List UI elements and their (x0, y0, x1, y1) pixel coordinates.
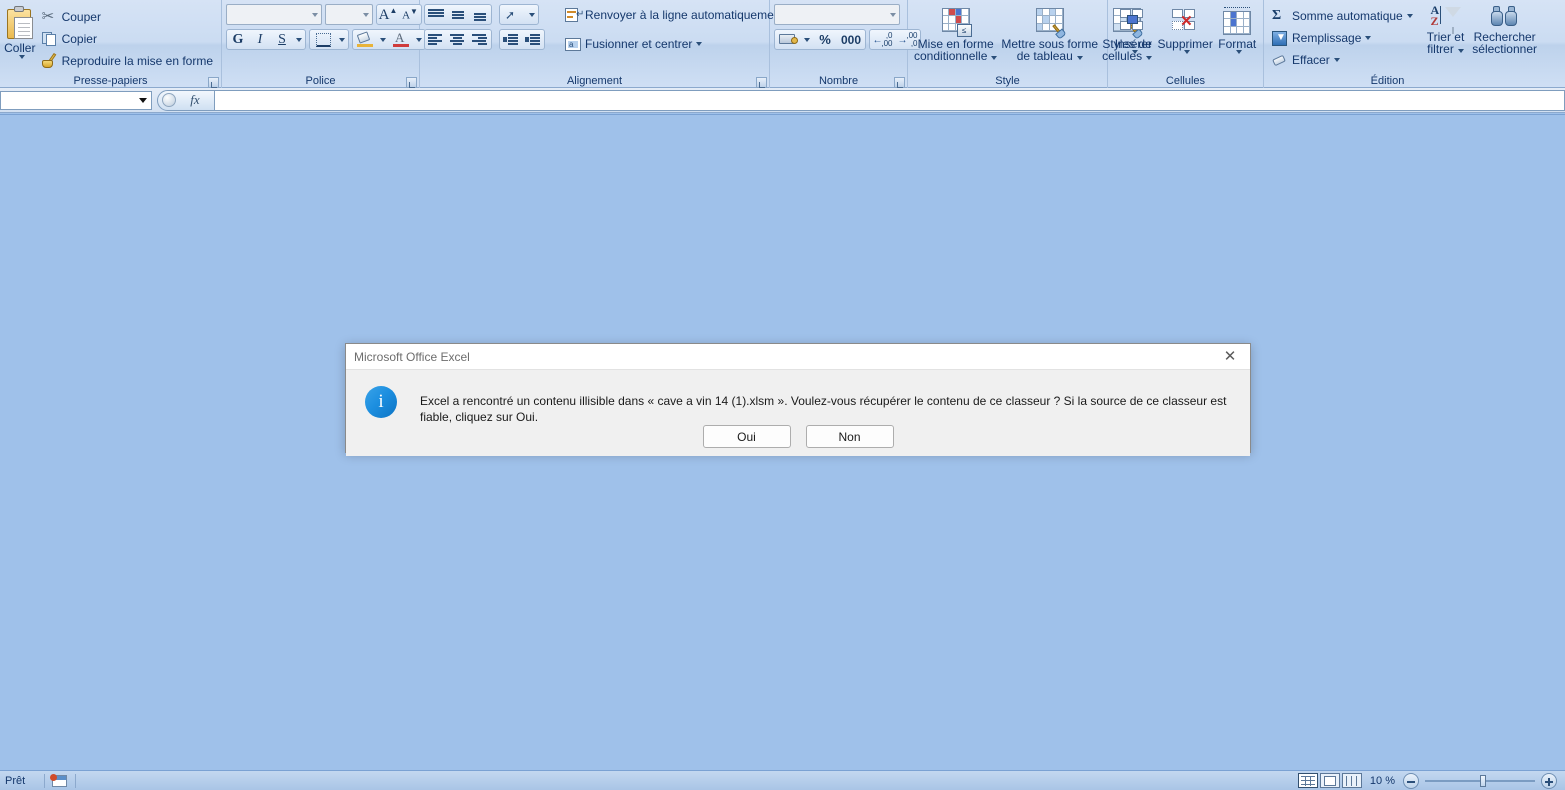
dialog-titlebar: Microsoft Office Excel ✕ (346, 344, 1250, 370)
info-icon (365, 386, 397, 418)
dialog-button-row: Oui Non (346, 425, 1250, 456)
dialog-title: Microsoft Office Excel (354, 349, 470, 364)
dialog-overlay: Microsoft Office Excel ✕ Excel a rencont… (0, 0, 1565, 790)
unreadable-content-dialog: Microsoft Office Excel ✕ Excel a rencont… (345, 343, 1251, 456)
yes-button[interactable]: Oui (702, 425, 791, 448)
dialog-body: Excel a rencontré un contenu illisible d… (346, 370, 1250, 425)
close-icon[interactable]: ✕ (1210, 344, 1250, 370)
no-button[interactable]: Non (805, 425, 894, 448)
dialog-message: Excel a rencontré un contenu illisible d… (420, 394, 1227, 424)
